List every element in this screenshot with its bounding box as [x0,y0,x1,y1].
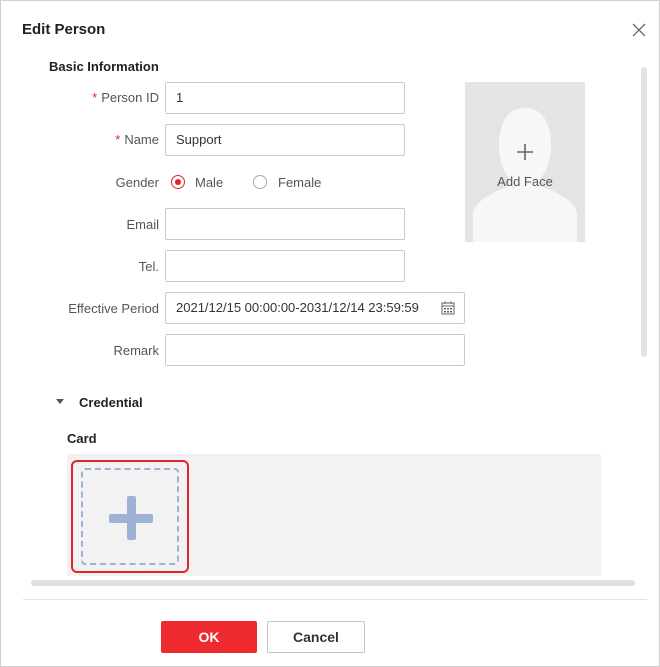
effective-period-field[interactable]: 2021/12/15 00:00:00-2031/12/14 23:59:59 [165,292,465,324]
name-label-text: Name [124,132,159,147]
footer-divider [23,599,647,600]
required-mark: * [115,132,121,147]
email-label: Email [126,217,159,232]
gender-label: Gender [115,175,159,190]
collapse-arrow-icon[interactable] [56,399,64,404]
basic-info-title: Basic Information [49,59,159,74]
tel-label: Tel. [138,259,159,274]
close-icon[interactable] [631,22,647,38]
edit-person-dialog: Edit Person Basic Information * Person ID… [0,0,660,667]
gender-female-radio[interactable] [253,175,267,189]
remark-label: Remark [113,343,159,358]
remark-field[interactable] [165,334,465,366]
person-silhouette-icon [473,108,577,242]
person-id-label: * Person ID [9,90,159,105]
name-field[interactable]: Support [165,124,405,156]
vertical-scrollbar[interactable] [641,67,647,357]
dialog-title: Edit Person [22,21,106,38]
cancel-button[interactable]: Cancel [267,621,365,653]
person-id-field[interactable]: 1 [165,82,405,114]
gender-male-radio[interactable] [171,175,185,189]
effective-period-value: 2021/12/15 00:00:00-2031/12/14 23:59:59 [176,300,419,315]
plus-icon [109,496,153,540]
calendar-icon[interactable] [441,301,455,315]
card-title: Card [67,431,97,446]
email-field[interactable] [165,208,405,240]
effective-period-label: Effective Period [68,301,159,316]
add-card-dashed-frame [81,468,179,565]
credential-title[interactable]: Credential [79,395,143,410]
gender-male-label[interactable]: Male [195,175,223,190]
add-face-label: Add Face [497,174,553,189]
ok-button[interactable]: OK [161,621,257,653]
horizontal-scrollbar[interactable] [31,580,635,586]
required-mark: * [92,90,98,105]
add-card-button[interactable] [71,460,189,573]
add-face-button[interactable]: Add Face [465,82,585,242]
person-id-label-text: Person ID [101,90,159,105]
gender-female-label[interactable]: Female [278,175,321,190]
name-label: * Name [9,132,159,147]
tel-field[interactable] [165,250,405,282]
